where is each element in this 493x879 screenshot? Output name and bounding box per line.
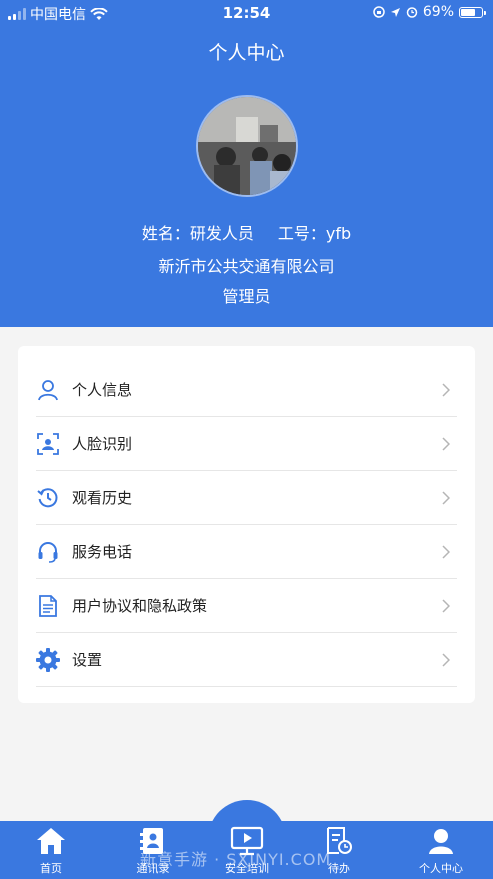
chevron-right-icon: [439, 382, 453, 397]
user-role: 管理员: [222, 287, 271, 306]
chevron-right-icon: [439, 436, 453, 451]
watermark: 新意手游 · SXINYI.COM: [140, 850, 332, 869]
tab-home[interactable]: 首页: [16, 826, 86, 876]
location-icon: [390, 7, 400, 17]
battery-icon: [459, 6, 486, 18]
gear-icon: [36, 647, 60, 672]
battery-percent: 69%: [422, 4, 454, 20]
face-scan-icon: [36, 432, 60, 456]
menu-item-service-phone[interactable]: 服务电话: [36, 525, 457, 579]
status-bar: 中国电信 12:54 69%: [0, 0, 493, 26]
menu-card: 个人信息 人脸识别 观看历史 服务电话 用户协议和隐私政策 设置: [18, 346, 475, 703]
chevron-right-icon: [439, 490, 453, 505]
headset-icon: [36, 540, 60, 564]
menu-item-watch-history[interactable]: 观看历史: [36, 471, 457, 525]
document-icon: [36, 594, 60, 618]
company-name: 新沂市公共交通有限公司: [158, 257, 335, 276]
avatar-photo: [198, 97, 296, 195]
chevron-right-icon: [439, 598, 453, 613]
chevron-right-icon: [439, 652, 453, 667]
home-icon: [16, 826, 86, 856]
history-icon: [36, 486, 60, 510]
tab-label: 首页: [40, 862, 62, 875]
menu-item-label: 服务电话: [72, 543, 133, 561]
chevron-right-icon: [439, 544, 453, 559]
menu-item-label: 人脸识别: [72, 435, 133, 453]
page-title: 个人中心: [208, 42, 285, 64]
menu-item-label: 观看历史: [72, 489, 133, 507]
menu-item-face-recognition[interactable]: 人脸识别: [36, 417, 457, 471]
user-identity: 姓名：研发人员 工号：yfb: [0, 220, 493, 244]
menu-item-user-agreement[interactable]: 用户协议和隐私政策: [36, 579, 457, 633]
profile-header: 中国电信 12:54 69% 个人中心 姓名：研发人员 工号：yfb 新沂市公共…: [0, 0, 493, 327]
profile-icon: [406, 826, 476, 856]
menu-item-personal-info[interactable]: 个人信息: [36, 363, 457, 417]
tab-label: 个人中心: [419, 862, 463, 875]
tab-profile[interactable]: 个人中心: [406, 826, 476, 876]
menu-item-settings[interactable]: 设置: [36, 633, 457, 687]
user-icon: [36, 378, 60, 402]
user-id: 工号：yfb: [277, 224, 352, 243]
user-name: 姓名：研发人员: [141, 224, 254, 243]
avatar[interactable]: [196, 95, 298, 197]
menu-item-label: 个人信息: [72, 381, 133, 399]
orientation-lock-icon: [373, 6, 385, 18]
menu-item-label: 用户协议和隐私政策: [72, 597, 208, 615]
alarm-icon: [406, 7, 418, 18]
menu-item-label: 设置: [72, 651, 103, 669]
